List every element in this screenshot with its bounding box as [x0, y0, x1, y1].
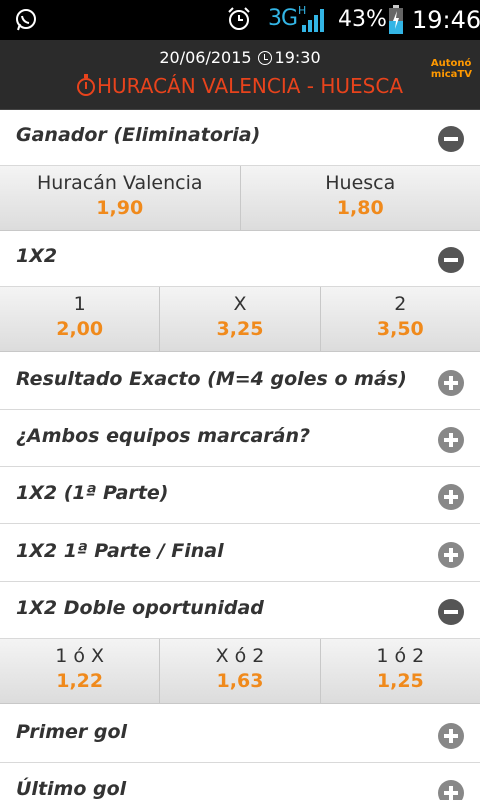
odds-option[interactable]: X 3,25 — [160, 287, 321, 351]
expand-icon[interactable] — [438, 780, 464, 800]
battery-percent: 43% — [338, 7, 387, 32]
odds-option[interactable]: 2 3,50 — [321, 287, 480, 351]
alarm-icon — [228, 7, 250, 30]
clock-time: 19:46 — [412, 6, 480, 34]
odds-row-ganador: Huracán Valencia 1,90 Huesca 1,80 — [0, 166, 480, 231]
market-header-ganador[interactable]: Ganador (Eliminatoria) — [0, 110, 480, 166]
network-type: 3G H — [268, 4, 306, 31]
odds-option[interactable]: Huesca 1,80 — [241, 166, 480, 230]
match-name: HURACÁN VALENCIA - HUESCA — [96, 74, 403, 98]
market-header-ultimo-gol[interactable]: Último gol — [0, 764, 480, 800]
market-header-primer-gol[interactable]: Primer gol — [0, 707, 480, 763]
odds-row-doble-oportunidad: 1 ó X 1,22 X ó 2 1,63 1 ó 2 1,25 — [0, 639, 480, 704]
match-time: 19:30 — [274, 48, 321, 67]
market-title: Primer gol — [16, 721, 128, 743]
clock-icon — [257, 51, 272, 65]
brand-logo: Autonó micaTV — [430, 58, 472, 80]
expand-icon[interactable] — [438, 484, 464, 510]
odds-option[interactable]: 1 ó X 1,22 — [0, 639, 161, 703]
collapse-icon[interactable] — [438, 126, 464, 152]
expand-icon[interactable] — [438, 542, 464, 568]
market-title: 1X2 — [16, 245, 58, 267]
market-title: 1X2 1ª Parte / Final — [16, 540, 224, 562]
match-title: HURACÁN VALENCIA - HUESCA — [0, 74, 480, 98]
odds-option[interactable]: Huracán Valencia 1,90 — [0, 166, 241, 230]
battery-icon — [389, 5, 403, 34]
market-title: 1X2 (1ª Parte) — [16, 482, 169, 504]
market-header-resultado-exacto[interactable]: Resultado Exacto (M=4 goles o más) — [0, 354, 480, 410]
whatsapp-icon — [16, 9, 36, 31]
status-bar: 3G H 43% 19:46 — [0, 0, 480, 40]
signal-icon — [302, 9, 324, 32]
expand-icon[interactable] — [438, 723, 464, 749]
stopwatch-icon — [76, 74, 95, 96]
match-date: 20/06/2015 — [159, 48, 252, 67]
market-title: 1X2 Doble oportunidad — [16, 597, 264, 619]
collapse-icon[interactable] — [438, 247, 464, 273]
market-header-1x2-parte-final[interactable]: 1X2 1ª Parte / Final — [0, 526, 480, 582]
market-title: Ganador (Eliminatoria) — [16, 124, 261, 146]
odds-option[interactable]: X ó 2 1,63 — [160, 639, 321, 703]
match-header: 20/06/2015 19:30 HURACÁN VALENCIA - HUESC… — [0, 40, 480, 110]
match-datetime: 20/06/2015 19:30 — [0, 48, 480, 67]
expand-icon[interactable] — [438, 370, 464, 396]
market-header-ambos-marcan[interactable]: ¿Ambos equipos marcarán? — [0, 411, 480, 467]
market-header-doble-oportunidad[interactable]: 1X2 Doble oportunidad — [0, 583, 480, 639]
market-title: Resultado Exacto (M=4 goles o más) — [16, 368, 407, 390]
odds-option[interactable]: 1 2,00 — [0, 287, 161, 351]
collapse-icon[interactable] — [438, 599, 464, 625]
market-header-1x2-primera-parte[interactable]: 1X2 (1ª Parte) — [0, 468, 480, 524]
odds-option[interactable]: 1 ó 2 1,25 — [321, 639, 480, 703]
market-header-1x2[interactable]: 1X2 — [0, 231, 480, 287]
odds-row-1x2: 1 2,00 X 3,25 2 3,50 — [0, 287, 480, 352]
market-title: Último gol — [16, 778, 127, 800]
expand-icon[interactable] — [438, 427, 464, 453]
market-title: ¿Ambos equipos marcarán? — [16, 425, 311, 447]
